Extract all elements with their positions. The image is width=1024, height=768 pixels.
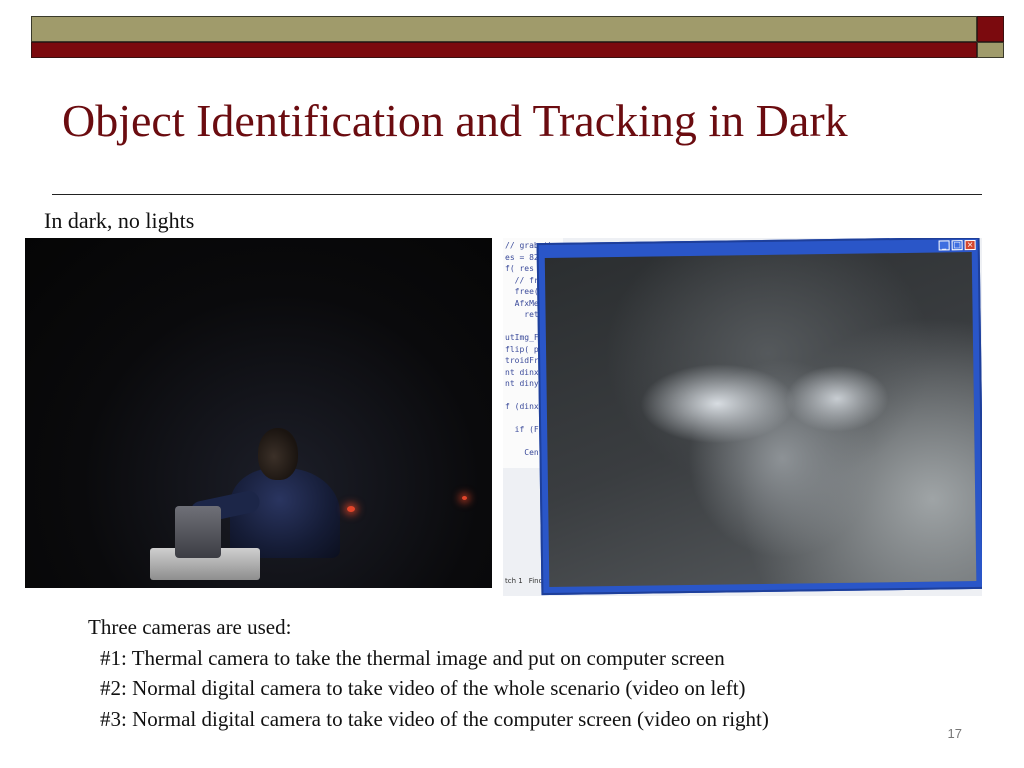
camera-item-2: #2: Normal digital camera to take video …	[100, 676, 746, 700]
thermal-image-window: _ □ ×	[536, 238, 982, 596]
header-corner-maroon	[977, 16, 1004, 42]
camera-item-3: #3: Normal digital camera to take video …	[100, 706, 769, 731]
header-bar-olive	[31, 16, 977, 42]
red-indicator-light-far	[462, 496, 467, 500]
editor-tab-watch: tch 1	[505, 577, 523, 585]
camera-item-1: #1: Thermal camera to take the thermal i…	[100, 645, 725, 670]
person-head	[258, 428, 298, 480]
header-bar-maroon	[31, 42, 977, 58]
slide-title: Object Identification and Tracking in Da…	[62, 95, 848, 146]
camera-device	[175, 506, 221, 558]
camera-description: Three cameras are used: #1: Thermal came…	[88, 612, 769, 734]
slide-number: 17	[947, 726, 962, 741]
title-divider	[52, 194, 982, 195]
cameras-heading: Three cameras are used:	[88, 615, 292, 639]
slide-subtitle: In dark, no lights	[44, 208, 195, 233]
minimize-icon: _	[938, 240, 950, 251]
close-icon: ×	[964, 239, 976, 251]
thermal-face-image	[544, 252, 977, 587]
thermal-screen-photo: // grab the es = 82255 f( res != 0 // fr…	[503, 238, 982, 596]
maximize-icon: □	[951, 240, 963, 251]
dark-scene-photo	[25, 238, 492, 588]
red-indicator-light	[347, 506, 355, 512]
header-corner-olive	[977, 42, 1004, 58]
